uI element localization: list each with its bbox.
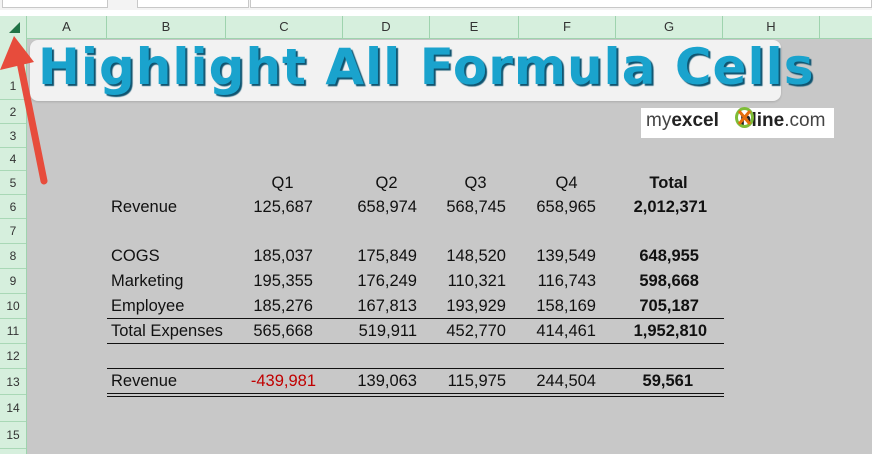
annotation-arrow-icon xyxy=(0,36,48,185)
